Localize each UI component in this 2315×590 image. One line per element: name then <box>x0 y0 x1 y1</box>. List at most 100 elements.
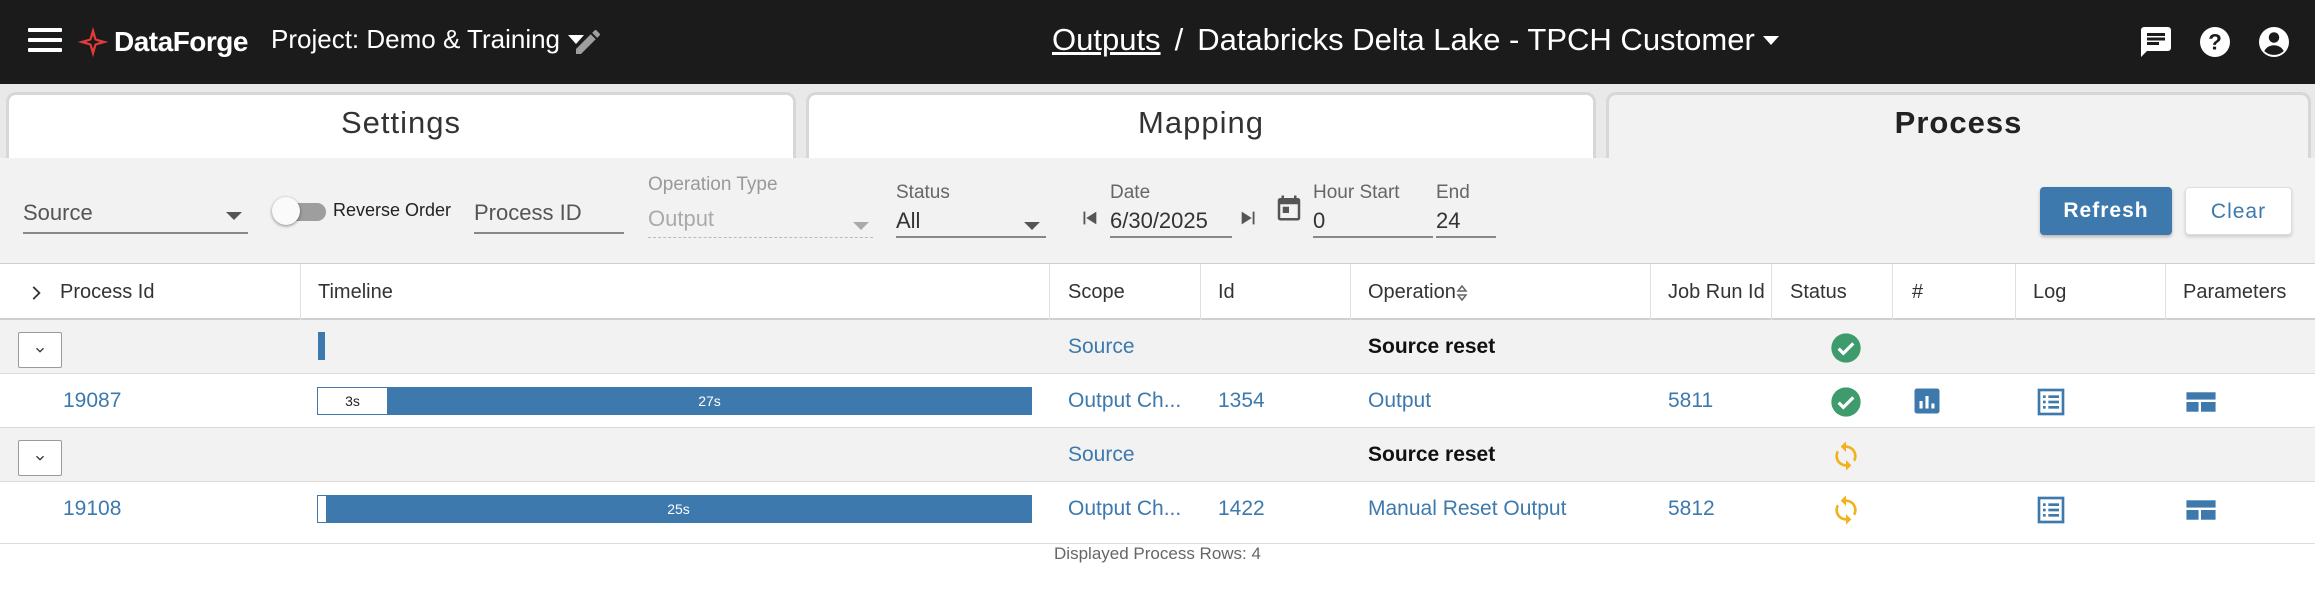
chevron-down-icon <box>36 455 44 461</box>
sort-icon[interactable] <box>1456 283 1468 303</box>
first-page-icon[interactable] <box>1078 206 1100 230</box>
hour-end-field[interactable]: End 24 <box>1436 182 1496 238</box>
breadcrumb-outputs-link[interactable]: Outputs <box>1052 22 1161 58</box>
timeline-bar[interactable]: 25s <box>317 495 1032 523</box>
last-page-icon[interactable] <box>1238 206 1260 230</box>
app-name: DataForge <box>114 26 248 57</box>
operation-type-chevron-down-icon <box>853 222 869 230</box>
scope-link[interactable]: Output Ch... <box>1068 389 1181 413</box>
table-row: 19108 25s Output Ch... 1422 Manual Reset… <box>0 482 2315 544</box>
output-chevron-down-icon[interactable] <box>1762 35 1779 45</box>
account-icon[interactable] <box>2256 24 2292 60</box>
status-label: Status <box>896 182 950 203</box>
scope-link[interactable]: Output Ch... <box>1068 497 1181 521</box>
project-label: Project: Demo & Training <box>271 24 561 54</box>
help-icon[interactable]: ? <box>2197 24 2233 60</box>
id-link[interactable]: 1354 <box>1218 389 1265 413</box>
expand-all-chevron-right-icon[interactable] <box>26 282 48 304</box>
breadcrumb: Outputs / Databricks Delta Lake - TPCH C… <box>1052 22 1779 58</box>
success-check-icon <box>1831 387 1861 417</box>
operation-type-label: Operation Type <box>648 174 778 195</box>
in-progress-sync-icon <box>1835 495 1857 525</box>
column-process-id[interactable]: Process Id <box>60 281 154 304</box>
table-header: Process Id Timeline Scope Id Operation J… <box>0 263 2315 321</box>
timeline-segment: 27s <box>388 388 1031 414</box>
pencil-icon[interactable] <box>572 26 604 58</box>
job-run-id-link[interactable]: 5811 <box>1668 389 1713 413</box>
app-logo[interactable]: DataForge <box>76 20 248 64</box>
operation-link[interactable]: Manual Reset Output <box>1368 497 1566 521</box>
operation-link[interactable]: Output <box>1368 389 1431 413</box>
dataforge-logo-icon <box>77 26 109 58</box>
refresh-button[interactable]: Refresh <box>2040 187 2172 235</box>
status-select[interactable]: Status All <box>896 182 1046 238</box>
scope-link[interactable]: Source <box>1068 443 1135 467</box>
column-count[interactable]: # <box>1912 281 1923 304</box>
table-row: 19087 3s 27s Output Ch... 1354 Output 58… <box>0 374 2315 428</box>
tab-strip: Settings Mapping Process <box>0 84 2315 158</box>
top-app-bar: DataForge Project: Demo & Training Outpu… <box>0 0 2315 84</box>
operation-label: Source reset <box>1368 335 1496 358</box>
parameters-table-icon[interactable] <box>2184 386 2218 418</box>
filter-bar: Source Reverse Order Process ID Operatio… <box>0 158 2315 263</box>
calendar-icon[interactable] <box>1274 192 1304 224</box>
column-log[interactable]: Log <box>2033 281 2066 304</box>
parameters-table-icon[interactable] <box>2184 494 2218 526</box>
operation-type-select: Operation Type Output <box>648 174 873 238</box>
log-list-icon[interactable] <box>2035 386 2067 418</box>
timeline-bar[interactable] <box>318 332 325 360</box>
timeline-segment <box>318 496 326 522</box>
tab-process[interactable]: Process <box>1606 92 2311 158</box>
table-row-group: Source Source reset <box>0 320 2315 374</box>
table-row-group: Source Source reset <box>0 428 2315 482</box>
reverse-order-label: Reverse Order <box>333 200 452 220</box>
clear-button[interactable]: Clear <box>2185 187 2292 235</box>
reverse-order-toggle[interactable] <box>272 197 326 225</box>
column-operation[interactable]: Operation <box>1368 281 1456 304</box>
tab-mapping[interactable]: Mapping <box>806 92 1596 158</box>
log-list-icon[interactable] <box>2035 494 2067 526</box>
process-id-link[interactable]: 19087 <box>63 389 121 413</box>
hour-end-value: 24 <box>1436 208 1496 238</box>
breadcrumb-current[interactable]: Databricks Delta Lake - TPCH Customer <box>1197 22 1755 58</box>
project-selector[interactable]: Project: Demo & Training <box>271 24 585 55</box>
date-value: 6/30/2025 <box>1110 208 1232 238</box>
timeline-segment: 25s <box>326 496 1031 522</box>
scope-link[interactable]: Source <box>1068 335 1135 359</box>
status-chevron-down-icon <box>1024 222 1040 230</box>
column-id[interactable]: Id <box>1218 281 1235 304</box>
date-field[interactable]: Date 6/30/2025 <box>1110 182 1232 238</box>
process-id-link[interactable]: 19108 <box>63 497 121 521</box>
column-job-run-id[interactable]: Job Run Id <box>1668 281 1765 304</box>
process-id-input[interactable]: Process ID <box>474 200 624 234</box>
breadcrumb-separator: / <box>1174 22 1184 57</box>
hour-start-label: Hour Start <box>1313 182 1400 203</box>
chevron-down-icon <box>36 347 44 353</box>
bar-chart-icon[interactable] <box>1912 386 1942 416</box>
column-parameters[interactable]: Parameters <box>2183 281 2286 304</box>
success-check-icon <box>1831 333 1861 363</box>
process-id-placeholder: Process ID <box>474 200 582 225</box>
chat-icon[interactable] <box>2138 24 2174 60</box>
date-label: Date <box>1110 182 1151 203</box>
row-expand-button[interactable] <box>18 440 62 476</box>
job-run-id-link[interactable]: 5812 <box>1668 497 1715 521</box>
column-timeline[interactable]: Timeline <box>318 281 393 304</box>
menu-icon[interactable] <box>28 28 62 56</box>
in-progress-sync-icon <box>1835 441 1857 471</box>
timeline-bar[interactable]: 3s 27s <box>317 387 1032 415</box>
row-expand-button[interactable] <box>18 332 62 368</box>
row-count-footer: Displayed Process Rows: 4 <box>1054 544 1261 563</box>
tab-settings[interactable]: Settings <box>6 92 796 158</box>
operation-label: Source reset <box>1368 443 1496 466</box>
source-select[interactable]: Source <box>23 200 248 234</box>
column-scope[interactable]: Scope <box>1068 281 1125 304</box>
svg-text:?: ? <box>2208 30 2222 55</box>
source-placeholder: Source <box>23 200 93 225</box>
timeline-segment: 3s <box>318 388 388 414</box>
hour-start-value: 0 <box>1313 208 1433 238</box>
hour-end-label: End <box>1436 182 1470 203</box>
id-link[interactable]: 1422 <box>1218 497 1265 521</box>
column-status[interactable]: Status <box>1790 281 1847 304</box>
hour-start-field[interactable]: Hour Start 0 <box>1313 182 1433 238</box>
